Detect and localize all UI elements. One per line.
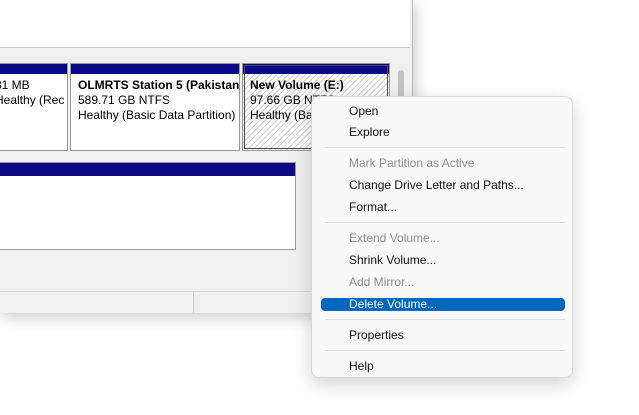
partition-status: Healthy (Basic Data Partition) bbox=[78, 108, 236, 122]
menu-separator bbox=[325, 222, 565, 223]
window-edge bbox=[410, 0, 412, 47]
partition-olmrts[interactable]: OLMRTS Station 5 (Pakistan 589.71 GB NTF… bbox=[70, 63, 240, 151]
menu-item-extend-volume: Extend Volume... bbox=[349, 231, 440, 245]
partition-bar bbox=[0, 64, 67, 74]
partition-size: 81 MB bbox=[0, 78, 30, 92]
menu-item-format[interactable]: Format... bbox=[321, 201, 565, 214]
menu-item-add-mirror: Add Mirror... bbox=[349, 275, 415, 289]
menu-item-help[interactable]: Help bbox=[321, 360, 565, 373]
menu-item-mark-active: Mark Partition as Active bbox=[349, 156, 475, 170]
partition-name: New Volume (E:) bbox=[250, 78, 344, 92]
partition-bar bbox=[0, 163, 295, 176]
partition-bar bbox=[243, 64, 389, 74]
menu-separator bbox=[325, 147, 565, 148]
partition-bar bbox=[71, 64, 239, 74]
menu-item-open[interactable]: Open bbox=[321, 105, 565, 118]
partition-recovery[interactable]: 81 MB Healthy (Rec bbox=[0, 63, 68, 151]
menu-separator bbox=[325, 350, 565, 351]
partition-size: 589.71 GB NTFS bbox=[78, 93, 171, 107]
menu-separator bbox=[325, 319, 565, 320]
status-divider bbox=[193, 292, 194, 313]
partition-name: OLMRTS Station 5 (Pakistan bbox=[78, 78, 240, 92]
volume-list-pane[interactable] bbox=[0, 0, 410, 48]
menu-item-shrink-volume[interactable]: Shrink Volume... bbox=[321, 254, 565, 267]
menu-item-change-drive-letter[interactable]: Change Drive Letter and Paths... bbox=[321, 179, 565, 192]
menu-item-properties[interactable]: Properties bbox=[321, 329, 565, 342]
menu-item-explore[interactable]: Explore bbox=[321, 126, 565, 139]
disk-layout-row-2[interactable] bbox=[0, 162, 296, 250]
menu-item-delete-volume[interactable]: Delete Volume... bbox=[321, 298, 565, 311]
partition-status: Healthy (Rec bbox=[0, 93, 65, 107]
context-menu: Open Explore Mark Partition as Active Ch… bbox=[311, 96, 573, 378]
